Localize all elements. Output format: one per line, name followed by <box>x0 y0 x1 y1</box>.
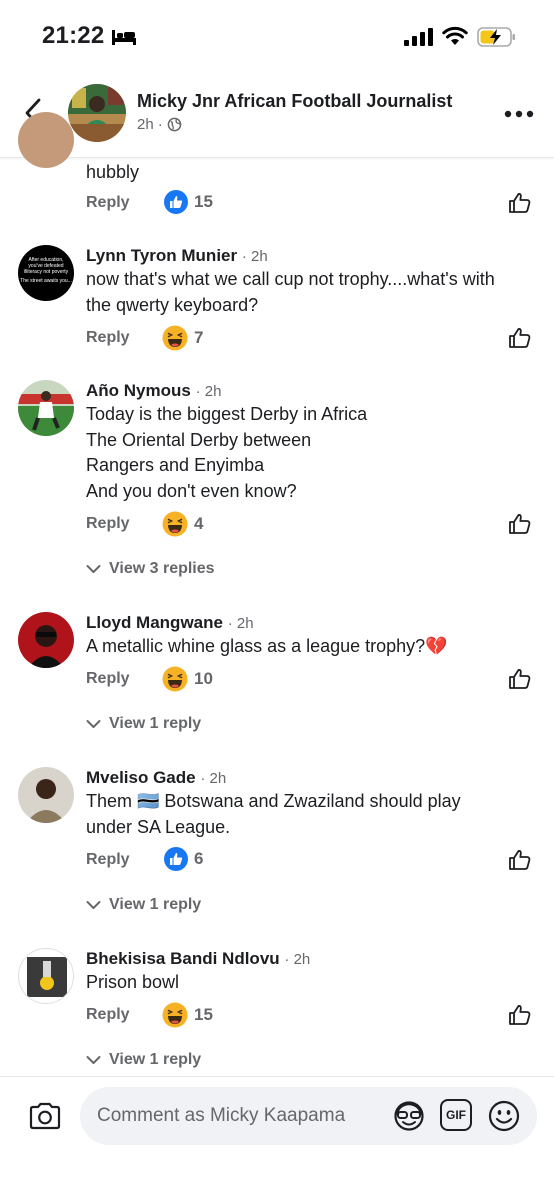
like-reaction-icon <box>164 190 188 214</box>
reaction-count: 15 <box>194 192 213 211</box>
commenter-avatar[interactable]: After education, you've defeated illiter… <box>18 245 74 301</box>
like-reaction-icon <box>164 847 188 871</box>
reply-button[interactable]: Reply <box>86 1006 130 1024</box>
comment-placeholder: Comment as Micky Kaapama <box>97 1105 346 1126</box>
commenter-name[interactable]: Año Nymous · 2h <box>86 381 221 401</box>
like-button-icon[interactable] <box>508 848 532 872</box>
commenter-avatar[interactable] <box>18 380 74 436</box>
page-title[interactable]: Micky Jnr African Football Journalist <box>137 91 452 112</box>
reaction-summary[interactable]: 15 <box>162 1002 213 1028</box>
commenter-avatar[interactable] <box>18 767 74 823</box>
globe-icon <box>167 117 182 132</box>
battery-charging-icon <box>477 27 515 47</box>
comment-time: · 2h <box>284 951 311 968</box>
commenter-avatar[interactable] <box>18 612 74 668</box>
comment-text: Prison bowl <box>86 972 180 992</box>
post-time: 2h <box>137 116 154 133</box>
reaction-count: 7 <box>194 328 204 347</box>
reaction-summary[interactable]: 7 <box>162 325 203 351</box>
comment-composer: Comment as Micky Kaapama GIF <box>0 1076 554 1200</box>
view-replies-button[interactable]: View 1 reply <box>86 896 201 914</box>
commenter-name[interactable]: Lloyd Mangwane · 2h <box>86 613 254 633</box>
like-button-icon[interactable] <box>508 512 532 536</box>
comment-input[interactable]: Comment as Micky Kaapama GIF <box>80 1087 537 1145</box>
reaction-count: 10 <box>194 669 213 688</box>
reply-button[interactable]: Reply <box>86 851 130 869</box>
reaction-count: 15 <box>194 1005 213 1024</box>
reply-button[interactable]: Reply <box>86 194 130 212</box>
view-replies-button[interactable]: View 1 reply <box>86 1051 201 1069</box>
emoji-icon[interactable] <box>487 1099 521 1133</box>
reaction-summary[interactable]: 4 <box>162 511 203 537</box>
haha-reaction-icon <box>162 666 188 692</box>
gif-button[interactable]: GIF <box>440 1099 472 1131</box>
reaction-summary[interactable]: 10 <box>162 666 213 692</box>
like-button-icon[interactable] <box>508 191 532 215</box>
avatar-caption: The street awaits you... <box>20 278 72 284</box>
status-time: 21:22 <box>42 22 105 49</box>
like-button-icon[interactable] <box>508 1003 532 1027</box>
chevron-down-icon <box>86 1056 101 1064</box>
haha-reaction-icon <box>162 325 188 351</box>
comment-time: · 2h <box>227 615 254 632</box>
comment-text: hubbly <box>86 162 140 182</box>
comment-time: · 2h <box>195 383 222 400</box>
comment-text: A metallic whine glass as a league troph… <box>86 636 448 656</box>
commenter-name[interactable]: Lynn Tyron Munier · 2h <box>86 246 268 266</box>
gif-label: GIF <box>446 1108 466 1122</box>
chevron-down-icon <box>86 901 101 909</box>
reaction-summary[interactable]: 15 <box>164 190 213 214</box>
comment-text: Them 🇧🇼 Botswana and Zwaziland should pl… <box>86 791 461 837</box>
comment-time: · 2h <box>241 248 268 265</box>
reaction-summary[interactable]: 6 <box>164 847 203 871</box>
wifi-icon <box>442 26 468 45</box>
page-avatar[interactable] <box>68 84 126 142</box>
post-header: Micky Jnr African Football Journalist 2h… <box>0 72 554 158</box>
reaction-count: 4 <box>194 514 204 533</box>
view-replies-button[interactable]: View 3 replies <box>86 560 215 578</box>
reaction-count: 6 <box>194 849 204 868</box>
reply-button[interactable]: Reply <box>86 515 130 533</box>
comment-text: Today is the biggest Derby in Africa The… <box>86 404 368 501</box>
commenter-name[interactable]: Bhekisisa Bandi Ndlovu · 2h <box>86 949 310 969</box>
meta-separator: · <box>157 116 163 133</box>
cellular-signal-icon <box>404 28 433 46</box>
camera-icon[interactable] <box>28 1102 62 1130</box>
commenter-name[interactable]: Mveliso Gade · 2h <box>86 768 226 788</box>
haha-reaction-icon <box>162 1002 188 1028</box>
sleep-focus-icon <box>112 30 136 45</box>
avatar-sticker-icon[interactable] <box>392 1099 426 1133</box>
commenter-avatar[interactable] <box>18 948 74 1004</box>
reply-button[interactable]: Reply <box>86 670 130 688</box>
commenter-avatar[interactable] <box>18 112 74 168</box>
post-meta: 2h · <box>137 116 182 133</box>
reply-button[interactable]: Reply <box>86 329 130 347</box>
view-replies-button[interactable]: View 1 reply <box>86 715 201 733</box>
chevron-down-icon <box>86 720 101 728</box>
like-button-icon[interactable] <box>508 667 532 691</box>
like-button-icon[interactable] <box>508 326 532 350</box>
comment-text: now that's what we call cup not trophy..… <box>86 269 495 315</box>
haha-reaction-icon <box>162 511 188 537</box>
avatar-caption: After education, you've defeated illiter… <box>23 257 69 275</box>
more-options-icon[interactable] <box>504 110 534 118</box>
status-bar: 21:22 <box>0 0 554 72</box>
chevron-down-icon <box>86 565 101 573</box>
comment-time: · 2h <box>200 770 227 787</box>
